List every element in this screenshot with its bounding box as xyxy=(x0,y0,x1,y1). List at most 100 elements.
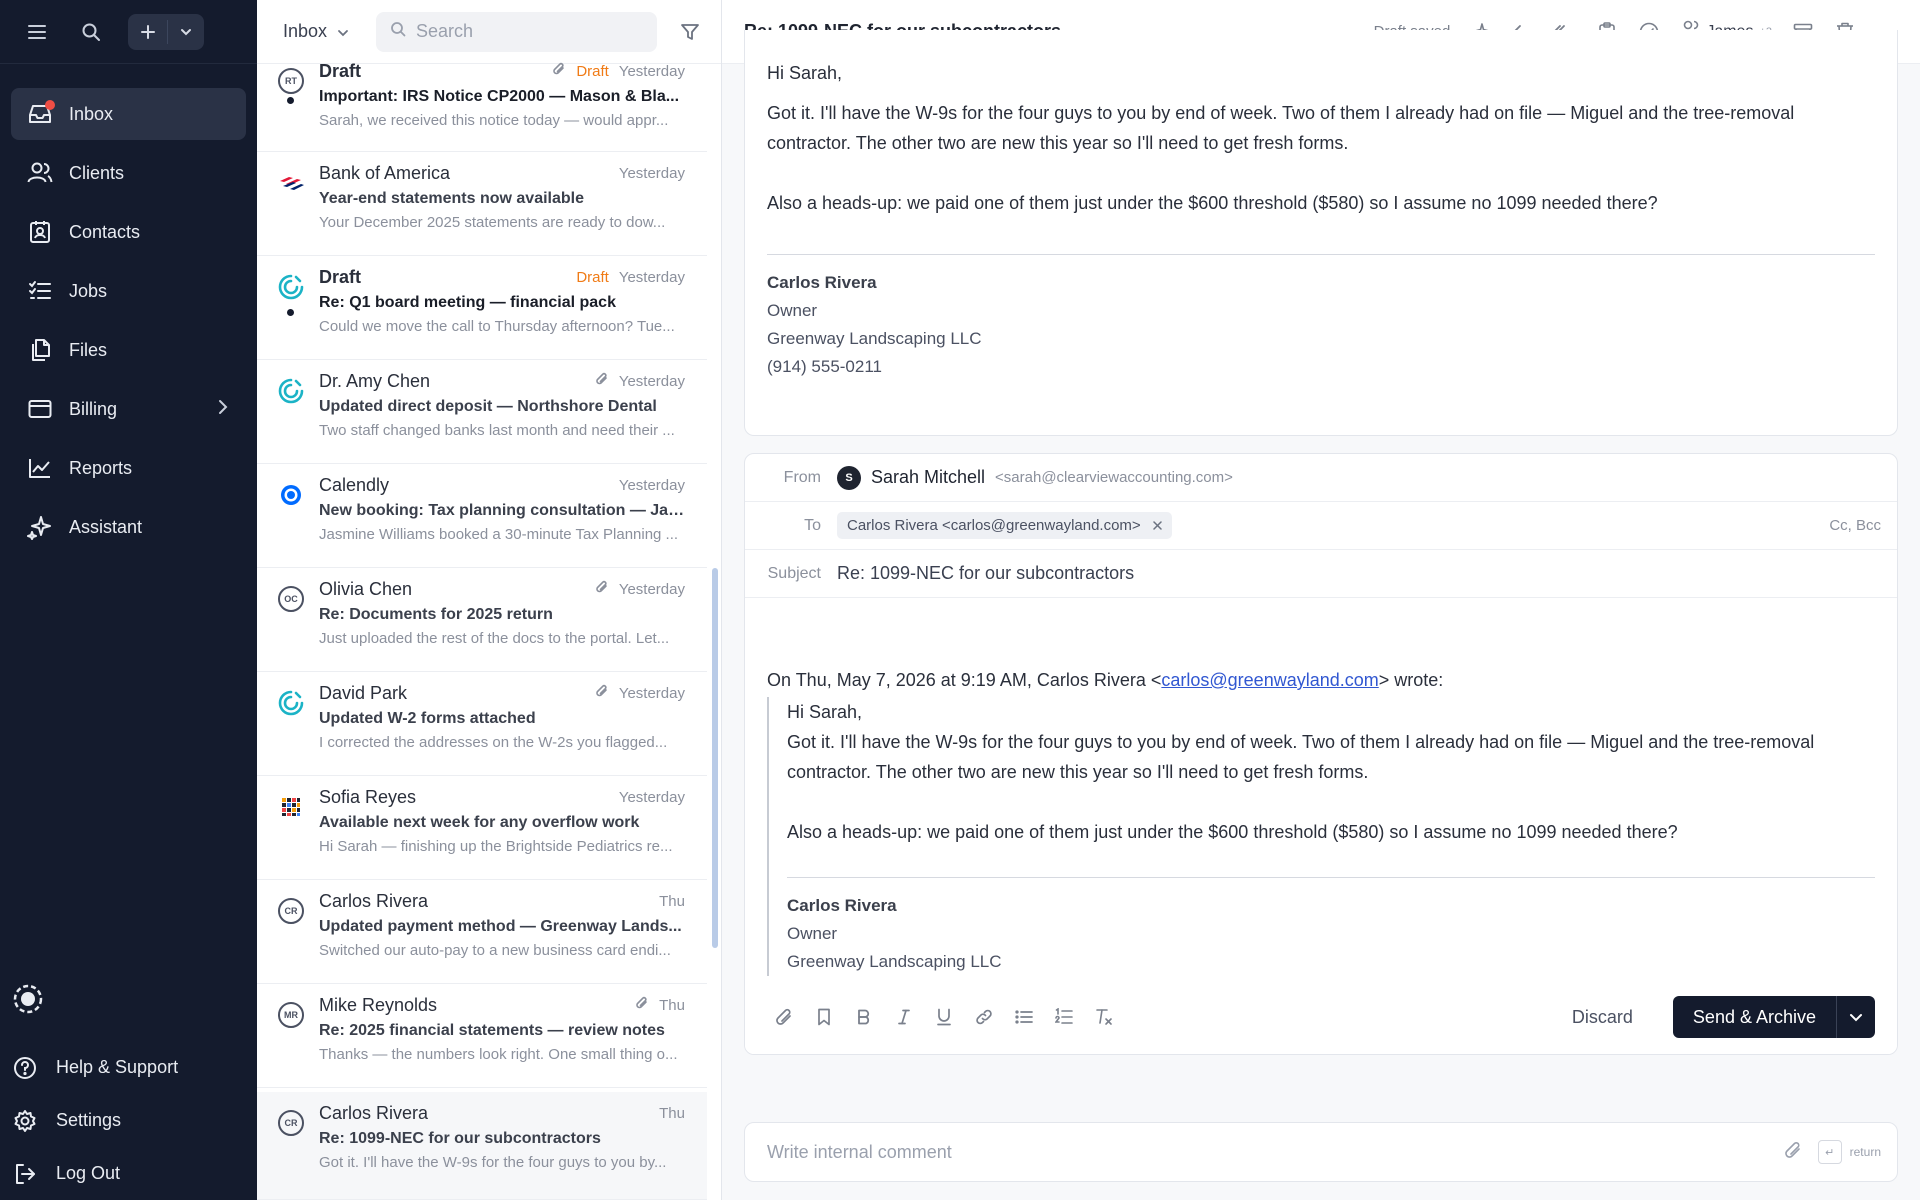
message-preview: Jasmine Williams booked a 30-minute Tax … xyxy=(319,526,679,543)
folder-label: Inbox xyxy=(283,21,328,41)
sender-name: Bank of America xyxy=(319,162,451,183)
paperclip-icon xyxy=(595,683,609,703)
notification-dot xyxy=(45,100,55,110)
help-support-link[interactable]: Help & Support xyxy=(0,1041,257,1094)
list-item[interactable]: David Park Yesterday Updated W-2 forms a… xyxy=(257,672,707,776)
list-item[interactable]: Calendly Yesterday New booking: Tax plan… xyxy=(257,464,707,568)
message-greeting: Hi Sarah, xyxy=(767,63,843,83)
paperclip-icon xyxy=(595,579,609,599)
from-field[interactable]: From S Sarah Mitchell <sarah@clearviewac… xyxy=(745,454,1897,502)
scrollbar[interactable] xyxy=(712,568,718,948)
message-subject: Updated W-2 forms attached xyxy=(319,710,536,727)
new-button[interactable] xyxy=(128,13,204,50)
settings-link[interactable]: Settings xyxy=(0,1094,257,1147)
message-subject: Year-end statements now available xyxy=(319,190,584,207)
comment-placeholder: Write internal comment xyxy=(767,1141,952,1162)
files-icon xyxy=(27,337,53,363)
filter-icon[interactable] xyxy=(675,22,705,42)
list-item[interactable]: Dr. Amy Chen Yesterday Updated direct de… xyxy=(257,360,707,464)
from-label: From xyxy=(783,468,821,486)
sidebar-item-clients[interactable]: Clients xyxy=(11,147,246,199)
status-ring-icon[interactable] xyxy=(12,983,44,1015)
compose-body[interactable]: On Thu, May 7, 2026 at 9:19 AM, Carlos R… xyxy=(745,598,1897,982)
return-hint: ↵ return xyxy=(1817,1140,1881,1164)
list-item[interactable]: OC Olivia Chen Yesterday Re: Documents f… xyxy=(257,568,707,672)
sidebar-item-contacts[interactable]: Contacts xyxy=(11,206,246,258)
message-preview: Switched our auto-pay to a new business … xyxy=(319,942,671,959)
sidebar-item-jobs[interactable]: Jobs xyxy=(11,265,246,317)
avatar: CR xyxy=(277,1109,305,1137)
sidebar-item-label: Files xyxy=(69,339,108,360)
timestamp: Yesterday xyxy=(618,788,685,806)
sidebar: Inbox Clients Contacts Jobs Files Billin… xyxy=(0,0,257,1200)
message-subject: Available next week for any overflow wor… xyxy=(319,814,640,831)
sidebar-item-label: Clients xyxy=(69,162,125,183)
settings-label: Settings xyxy=(56,1110,122,1130)
attach-icon[interactable] xyxy=(1784,1140,1802,1165)
bold-icon[interactable] xyxy=(853,1006,875,1028)
message-list: Inbox Search RT Draft Draft Yesterday Im… xyxy=(257,0,722,1200)
chevron-right-icon[interactable] xyxy=(218,399,228,420)
logout-label: Log Out xyxy=(56,1163,121,1183)
bullet-list-icon[interactable] xyxy=(1013,1006,1035,1028)
clear-format-icon[interactable] xyxy=(1093,1006,1115,1028)
gear-icon xyxy=(12,1108,38,1134)
chevron-down-icon xyxy=(337,21,349,42)
menu-icon[interactable] xyxy=(24,19,50,45)
signature-company: Greenway Landscaping LLC xyxy=(787,952,1002,971)
search-icon[interactable] xyxy=(78,19,104,45)
sidebar-item-label: Inbox xyxy=(69,103,114,124)
message-preview: Got it. I'll have the W-9s for the four … xyxy=(319,1154,667,1171)
checklist-icon xyxy=(27,278,53,304)
list-item[interactable]: Sofia Reyes Yesterday Available next wee… xyxy=(257,776,707,880)
internal-comment-input[interactable]: Write internal comment ↵ return xyxy=(744,1122,1898,1182)
message-paragraph: Got it. I'll have the W-9s for the four … xyxy=(767,103,1795,153)
to-field[interactable]: To Carlos Rivera <carlos@greenwayland.co… xyxy=(745,502,1897,550)
quote-email-link[interactable]: carlos@greenwayland.com xyxy=(1161,670,1378,690)
sidebar-item-billing[interactable]: Billing xyxy=(11,383,246,435)
sidebar-item-reports[interactable]: Reports xyxy=(11,442,246,494)
chevron-down-icon[interactable] xyxy=(1837,1013,1875,1022)
recipient-chip[interactable]: Carlos Rivera <carlos@greenwayland.com> xyxy=(837,512,1172,539)
list-item[interactable]: CR Carlos Rivera Thu Updated payment met… xyxy=(257,880,707,984)
chevron-down-icon[interactable] xyxy=(168,28,204,36)
calendly-logo-icon xyxy=(277,481,305,509)
list-item-selected[interactable]: CR Carlos Rivera Thu Re: 1099-NEC for ou… xyxy=(257,1092,707,1200)
quoted-signature: Carlos Rivera Owner Greenway Landscaping… xyxy=(787,892,1875,976)
message-preview: Thanks — the numbers look right. One sma… xyxy=(319,1046,678,1063)
sidebar-item-inbox[interactable]: Inbox xyxy=(11,88,246,140)
send-archive-button[interactable]: Send & Archive xyxy=(1672,996,1875,1038)
list-item[interactable]: MR Mike Reynolds Thu Re: 2025 financial … xyxy=(257,984,707,1088)
bookmark-icon[interactable] xyxy=(813,1006,835,1028)
underline-icon[interactable] xyxy=(933,1006,955,1028)
chart-line-icon xyxy=(27,455,53,481)
subject-input[interactable]: Re: 1099-NEC for our subcontractors xyxy=(837,563,1134,584)
link-icon[interactable] xyxy=(973,1006,995,1028)
folder-selector[interactable]: Inbox xyxy=(283,21,358,42)
attach-icon[interactable] xyxy=(773,1006,795,1028)
list-item[interactable]: Bank of America Yesterday Year-end state… xyxy=(257,152,707,256)
signature-role: Owner xyxy=(787,924,838,943)
cc-bcc-link[interactable]: Cc, Bcc xyxy=(1829,517,1881,534)
list-item[interactable]: Draft Draft Yesterday Re: Q1 board meeti… xyxy=(257,256,707,360)
sidebar-item-label: Contacts xyxy=(69,221,141,242)
list-item[interactable]: RT Draft Draft Yesterday Important: IRS … xyxy=(257,50,707,152)
avatar: OC xyxy=(277,585,305,613)
timestamp: Thu xyxy=(659,892,685,910)
sender-name: David Park xyxy=(319,682,408,703)
discard-button[interactable]: Discard xyxy=(1572,1007,1633,1028)
plus-icon[interactable] xyxy=(128,19,168,44)
sidebar-toolbar xyxy=(0,0,257,64)
sidebar-item-files[interactable]: Files xyxy=(11,324,246,376)
subject-field[interactable]: Subject Re: 1099-NEC for our subcontract… xyxy=(745,550,1897,598)
search-input[interactable]: Search xyxy=(376,11,657,52)
unread-dot xyxy=(287,97,294,104)
message-subject: Re: 1099-NEC for our subcontractors xyxy=(319,1130,601,1147)
italic-icon[interactable] xyxy=(893,1006,915,1028)
sidebar-item-assistant[interactable]: Assistant xyxy=(11,501,246,553)
return-hint-label: return xyxy=(1849,1145,1881,1159)
numbered-list-icon[interactable] xyxy=(1053,1006,1075,1028)
logout-link[interactable]: Log Out xyxy=(0,1147,257,1200)
close-icon[interactable] xyxy=(1152,517,1162,534)
conversation-pane: Re: 1099-NEC for our subcontractors Draf… xyxy=(722,0,1920,1200)
